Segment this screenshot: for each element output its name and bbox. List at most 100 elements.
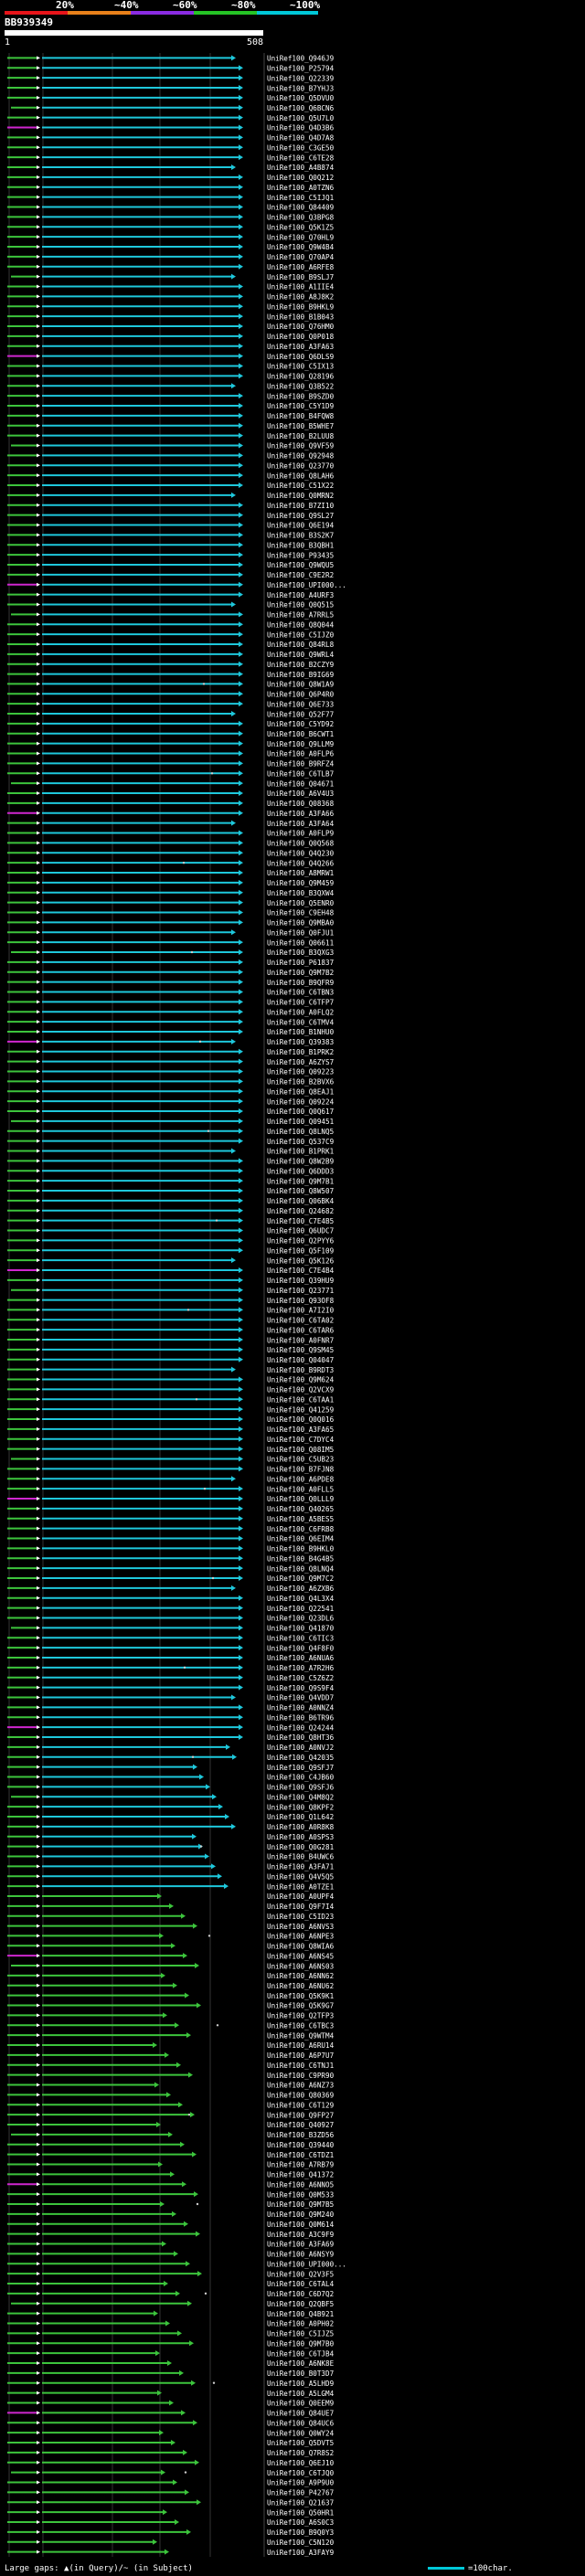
hit-id-label[interactable]: UniRef100_A3FA66: [267, 810, 335, 818]
hit-row[interactable]: UniRef100_Q4L3X4: [7, 1595, 335, 1603]
hit-id-label[interactable]: UniRef100_Q9W4B4: [267, 243, 335, 251]
hit-id-label[interactable]: UniRef100_P93435: [267, 551, 334, 559]
hit-id-label[interactable]: UniRef100_Q8HT36: [267, 1733, 335, 1742]
hit-row[interactable]: UniRef100_B1PRK2: [7, 1048, 334, 1056]
hit-id-label[interactable]: UniRef100_Q5K126: [267, 1256, 335, 1265]
hit-row[interactable]: UniRef100_C6TJB4: [7, 2349, 335, 2358]
hit-id-label[interactable]: UniRef100_A6NVS3: [267, 1923, 334, 1931]
hit-id-label[interactable]: UniRef100_Q06611: [267, 938, 335, 947]
hit-row[interactable]: UniRef100_C6TBN3: [7, 989, 334, 997]
hit-id-label[interactable]: UniRef100_Q9SFJ7: [267, 1764, 334, 1772]
hit-id-label[interactable]: UniRef100_A6NZ73: [267, 2082, 334, 2090]
hit-row[interactable]: UniRef100_A0PH02: [7, 2320, 334, 2328]
hit-id-label[interactable]: UniRef100_Q4D3B6: [267, 124, 335, 133]
hit-row[interactable]: UniRef100_C6TAR6: [7, 1326, 335, 1334]
hit-id-label[interactable]: UniRef100_Q09224: [267, 1097, 335, 1106]
hit-row[interactable]: UniRef100_Q22339: [7, 74, 335, 82]
hit-row[interactable]: UniRef100_A0TZN6: [7, 184, 335, 192]
hit-row[interactable]: UniRef100_B9IG69: [7, 671, 335, 679]
hit-row[interactable]: UniRef100_B9HKL0: [7, 1545, 335, 1553]
hit-id-label[interactable]: UniRef100_B9HKL0: [267, 1545, 335, 1553]
hit-row[interactable]: UniRef100_A7RRL5: [11, 611, 334, 620]
hit-row[interactable]: UniRef100_A8MRW1: [7, 869, 335, 877]
hit-id-label[interactable]: UniRef100_C7DYC4: [267, 1436, 335, 1444]
hit-row[interactable]: UniRef100_Q23770: [7, 461, 335, 470]
hit-id-label[interactable]: UniRef100_B9QFR9: [267, 979, 335, 987]
hit-id-label[interactable]: UniRef100_P25794: [267, 65, 335, 73]
hit-id-label[interactable]: UniRef100_Q6BCN6: [267, 104, 335, 112]
hit-row[interactable]: UniRef100_P42767: [7, 2489, 334, 2497]
hit-id-label[interactable]: UniRef100_C4JB60: [267, 1774, 335, 1782]
hit-id-label[interactable]: UniRef100_Q8LAH6: [267, 472, 335, 480]
hit-id-label[interactable]: UniRef100_C6FRB8: [267, 1525, 335, 1533]
hit-row[interactable]: UniRef100_Q6E733: [7, 700, 334, 708]
hit-row[interactable]: UniRef100_B7YHJ3: [7, 84, 334, 92]
hit-row[interactable]: UniRef100_Q70HL9: [7, 233, 335, 241]
hit-row[interactable]: UniRef100_Q41870: [11, 1625, 335, 1633]
hit-id-label[interactable]: UniRef100_A3FA69: [267, 2241, 335, 2249]
hit-row[interactable]: UniRef100_A3FA64: [7, 820, 335, 828]
hit-id-label[interactable]: UniRef100_Q23770: [267, 461, 335, 470]
hit-id-label[interactable]: UniRef100_B3S2K7: [267, 532, 334, 540]
hit-id-label[interactable]: UniRef100_B1PRK1: [267, 1148, 335, 1156]
hit-row[interactable]: UniRef100_Q5K9K1: [7, 1992, 335, 2000]
hit-row[interactable]: UniRef100_Q09223: [7, 1068, 334, 1076]
hit-row[interactable]: UniRef100_Q4V5Q5: [7, 1872, 334, 1881]
hit-id-label[interactable]: UniRef100_A6S0C3: [267, 2518, 334, 2527]
hit-id-label[interactable]: UniRef100_Q0Q617: [267, 1108, 334, 1116]
hit-id-label[interactable]: UniRef100_A0FLP9: [267, 830, 335, 838]
hit-row[interactable]: UniRef100_Q9W4B4: [7, 243, 335, 251]
hit-id-label[interactable]: UniRef100_A0PH02: [267, 2320, 334, 2328]
hit-row[interactable]: UniRef100_Q39HU9: [7, 1277, 335, 1285]
hit-id-label[interactable]: UniRef100_A6NPE3: [267, 1933, 334, 1941]
hit-id-label[interactable]: UniRef100_A6PDE8: [267, 1475, 335, 1483]
hit-id-label[interactable]: UniRef100_Q8W1A9: [267, 681, 335, 689]
hit-id-label[interactable]: UniRef100_Q9M7B1: [267, 1177, 335, 1185]
hit-row[interactable]: UniRef100_Q92948: [7, 452, 335, 461]
hit-id-label[interactable]: UniRef100_Q6DDD3: [267, 1167, 334, 1175]
hit-id-label[interactable]: UniRef100_A0FLL5: [267, 1485, 334, 1493]
hit-row[interactable]: UniRef100_Q39440: [7, 2141, 335, 2149]
hit-id-label[interactable]: UniRef100_Q4V5Q5: [267, 1872, 334, 1881]
hit-id-label[interactable]: UniRef100_C6TJQ0: [267, 2469, 335, 2477]
hit-id-label[interactable]: UniRef100_Q76HM0: [267, 323, 335, 331]
hit-row[interactable]: UniRef100_Q3B522: [7, 382, 334, 390]
hit-row[interactable]: UniRef100_B9SZD0: [7, 392, 335, 400]
hit-row[interactable]: UniRef100_B9Q0Y3: [7, 2528, 334, 2537]
hit-id-label[interactable]: UniRef100_Q9M459: [267, 879, 335, 887]
hit-row[interactable]: UniRef100_Q4B921: [7, 2310, 335, 2318]
hit-id-label[interactable]: UniRef100_A5LHD9: [267, 2380, 335, 2388]
hit-id-label[interactable]: UniRef100_C7E4B5: [267, 1217, 334, 1225]
hit-row[interactable]: UniRef100_Q0Q617: [7, 1108, 334, 1116]
hit-id-label[interactable]: UniRef100_C9PR90: [267, 2072, 335, 2080]
hit-row[interactable]: UniRef100_Q76HM0: [7, 323, 335, 331]
hit-id-label[interactable]: UniRef100_C6TLB7: [267, 769, 334, 778]
hit-id-label[interactable]: UniRef100_C7E4B4: [267, 1267, 335, 1275]
hit-row[interactable]: UniRef100_Q21637: [7, 2498, 334, 2507]
hit-id-label[interactable]: UniRef100_Q21637: [267, 2498, 334, 2507]
hit-row[interactable]: UniRef100_Q9MBA0: [7, 919, 335, 928]
hit-id-label[interactable]: UniRef100_B9SLJ7: [267, 273, 334, 281]
hit-row[interactable]: UniRef100_A6NZ73: [7, 2082, 334, 2090]
hit-row[interactable]: UniRef100_A6P7U7: [7, 2051, 334, 2060]
hit-row[interactable]: UniRef100_Q0P018: [7, 333, 335, 341]
hit-row[interactable]: UniRef100_Q0MRN2: [7, 492, 334, 500]
hit-id-label[interactable]: UniRef100_A3FA63: [267, 343, 334, 351]
hit-row[interactable]: UniRef100_C6TNJ1: [7, 2062, 335, 2070]
hit-id-label[interactable]: UniRef100_C6TAR6: [267, 1326, 335, 1334]
hit-row[interactable]: UniRef100_B1PRK1: [7, 1148, 335, 1156]
hit-row[interactable]: UniRef100_A6NS03: [11, 1962, 334, 1970]
hit-row[interactable]: UniRef100_Q9VF59: [11, 442, 335, 451]
hit-row[interactable]: UniRef100_Q8HT36: [7, 1733, 335, 1742]
hit-id-label[interactable]: UniRef100_Q23DL6: [267, 1615, 335, 1623]
hit-row[interactable]: UniRef100_A6NN62: [7, 1972, 334, 1980]
hit-id-label[interactable]: UniRef100_Q5K9K1: [267, 1992, 335, 2000]
hit-id-label[interactable]: UniRef100_C6TBN3: [267, 989, 334, 997]
hit-id-label[interactable]: UniRef100_C5UB23: [267, 1456, 334, 1464]
hit-row[interactable]: UniRef100_Q6EJ10: [7, 2459, 335, 2467]
hit-id-label[interactable]: UniRef100_Q946J9: [267, 55, 335, 63]
hit-row[interactable]: UniRef100_C5UB23: [11, 1456, 334, 1464]
hit-id-label[interactable]: UniRef100_A6NS03: [267, 1962, 334, 1970]
hit-id-label[interactable]: UniRef100_Q0P018: [267, 333, 335, 341]
hit-row[interactable]: UniRef100_Q9M240: [7, 2210, 335, 2219]
